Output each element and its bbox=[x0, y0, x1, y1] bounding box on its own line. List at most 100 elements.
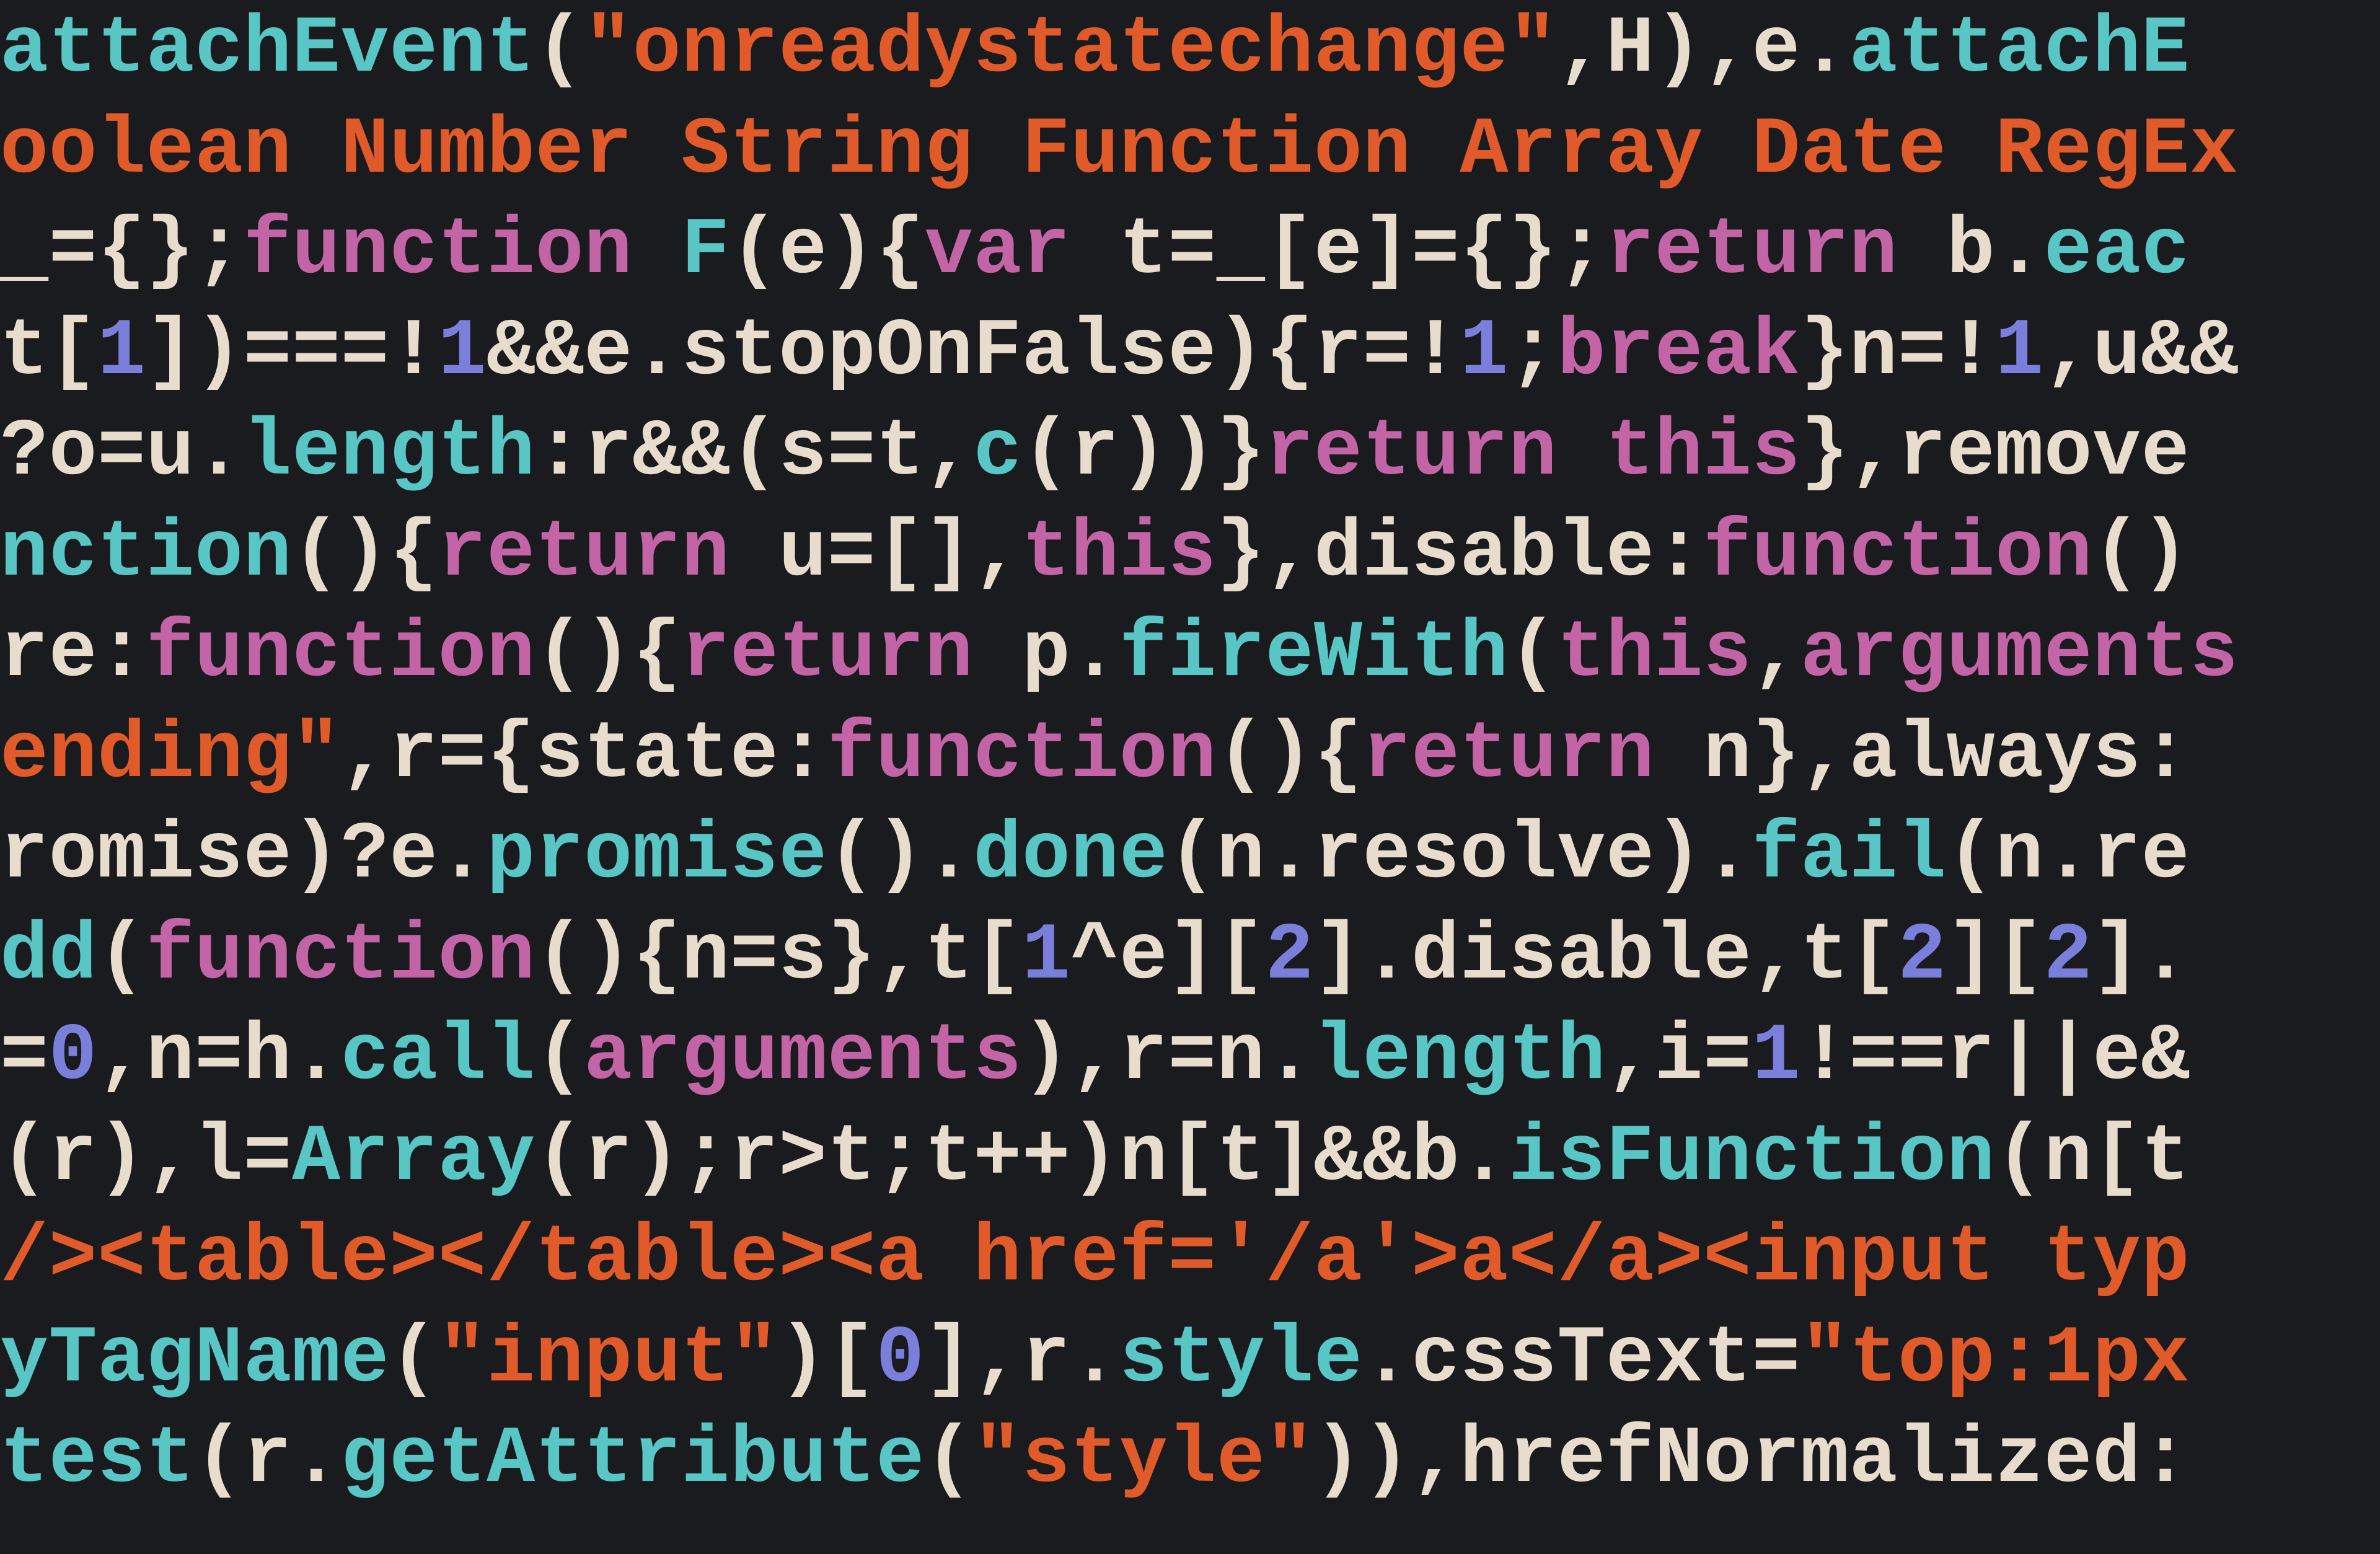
code-token: = bbox=[0, 1012, 49, 1103]
code-token: length bbox=[244, 407, 536, 498]
code-line[interactable]: test(r.getAttribute("style")),hrefNormal… bbox=[0, 1410, 2380, 1511]
code-token: ( bbox=[389, 1314, 438, 1405]
code-token: var bbox=[925, 206, 1071, 297]
code-line[interactable]: =0,n=h.call(arguments),r=n.length,i=1!==… bbox=[0, 1007, 2380, 1108]
code-token: return bbox=[438, 508, 730, 599]
code-token: () bbox=[2092, 508, 2190, 599]
code-token: },disable: bbox=[1217, 508, 1703, 599]
code-line[interactable]: _={};function F(e){var t=_[e]={};return … bbox=[0, 201, 2380, 302]
code-token: t=_[e]={}; bbox=[1070, 206, 1606, 297]
code-token: (r),l= bbox=[0, 1113, 292, 1204]
code-token: b. bbox=[1898, 206, 2044, 297]
code-token: n},always: bbox=[1654, 710, 2190, 801]
code-token: ?o=u. bbox=[0, 407, 244, 498]
code-token: return this bbox=[1265, 407, 1800, 498]
code-token: )),hrefNormalized: bbox=[1314, 1415, 2190, 1506]
code-token: ][ bbox=[1947, 911, 2044, 1002]
code-token: function bbox=[146, 911, 536, 1002]
code-token: ; bbox=[1509, 307, 1558, 398]
code-token: isFunction bbox=[1509, 1113, 1995, 1204]
code-line[interactable]: oolean Number String Function Array Date… bbox=[0, 101, 2380, 202]
code-token: &&e.stopOnFalse){r=! bbox=[487, 307, 1460, 398]
code-token: .cssText= bbox=[1362, 1314, 1800, 1405]
code-token: ])===! bbox=[146, 307, 438, 398]
code-token: (e){ bbox=[730, 206, 925, 297]
code-token: style bbox=[1119, 1314, 1363, 1405]
code-token: function bbox=[244, 206, 633, 297]
code-token: this bbox=[1557, 609, 1752, 700]
code-token: dd bbox=[0, 911, 97, 1002]
code-token: ,i= bbox=[1606, 1012, 1752, 1103]
code-token: 1 bbox=[1752, 1012, 1801, 1103]
code-token: !==r||e& bbox=[1800, 1012, 2190, 1103]
code-token: /><table></table><a href='/a'>a</a><inpu… bbox=[0, 1213, 2190, 1304]
code-token: ( bbox=[536, 1012, 584, 1103]
code-token: 1 bbox=[1460, 307, 1509, 398]
code-token: fireWith bbox=[1119, 609, 1509, 700]
code-token: (){n=s},t[ bbox=[536, 911, 1022, 1002]
code-token: ,H),e. bbox=[1557, 4, 1849, 95]
code-line[interactable]: /><table></table><a href='/a'>a</a><inpu… bbox=[0, 1209, 2380, 1310]
code-line[interactable]: dd(function(){n=s},t[1^e][2].disable,t[2… bbox=[0, 907, 2380, 1008]
code-token: (){ bbox=[292, 508, 438, 599]
code-token: arguments bbox=[1800, 609, 2239, 700]
code-token: function bbox=[827, 710, 1217, 801]
code-token: p. bbox=[973, 609, 1119, 700]
code-token: 1 bbox=[438, 307, 487, 398]
code-token: promise bbox=[487, 810, 827, 901]
code-line[interactable]: ending",r={state:function(){return n},al… bbox=[0, 705, 2380, 806]
code-token: return bbox=[1606, 206, 1898, 297]
code-token: (){ bbox=[536, 609, 682, 700]
code-line[interactable]: yTagName("input")[0],r.style.cssText="to… bbox=[0, 1310, 2380, 1411]
code-token: , bbox=[1752, 609, 1801, 700]
code-line[interactable]: re:function(){return p.fireWith(this,arg… bbox=[0, 604, 2380, 705]
code-token: :r&&(s=t, bbox=[536, 407, 974, 498]
code-token: 1 bbox=[97, 307, 146, 398]
code-token: ,r={state: bbox=[341, 710, 827, 801]
code-token: getAttribute bbox=[341, 1415, 925, 1506]
code-token: length bbox=[1314, 1012, 1606, 1103]
code-line[interactable]: romise)?e.promise().done(n.resolve).fail… bbox=[0, 806, 2380, 907]
code-line[interactable]: (r),l=Array(r);r>t;t++)n[t]&&b.isFunctio… bbox=[0, 1108, 2380, 1209]
code-token: ]. bbox=[2092, 911, 2190, 1002]
code-token: F bbox=[681, 206, 730, 297]
code-token: return bbox=[681, 609, 973, 700]
code-token: 2 bbox=[1898, 911, 1947, 1002]
code-token: ( bbox=[536, 4, 584, 95]
code-token: (){ bbox=[1217, 710, 1363, 801]
code-token: ( bbox=[925, 1415, 974, 1506]
code-token: u=[], bbox=[730, 508, 1022, 599]
code-token: (r);r>t;t++)n[t]&&b. bbox=[536, 1113, 1509, 1204]
code-token: ,n=h. bbox=[97, 1012, 341, 1103]
code-token: ending" bbox=[0, 710, 341, 801]
code-token: t[ bbox=[0, 307, 97, 398]
code-editor-viewport[interactable]: attachEvent("onreadystatechange",H),e.at… bbox=[0, 0, 2380, 1511]
code-token: (n.re bbox=[1947, 810, 2190, 901]
code-token: ].disable,t[ bbox=[1314, 911, 1898, 1002]
code-token: ( bbox=[1509, 609, 1558, 700]
code-line[interactable]: attachEvent("onreadystatechange",H),e.at… bbox=[0, 0, 2380, 101]
code-token: test bbox=[0, 1415, 195, 1506]
code-token: _={}; bbox=[0, 206, 244, 297]
code-token: 2 bbox=[1265, 911, 1314, 1002]
code-token: ],r. bbox=[925, 1314, 1119, 1405]
code-token: attachE bbox=[1849, 4, 2190, 95]
code-token: (r))} bbox=[1022, 407, 1266, 498]
code-token: nction bbox=[0, 508, 292, 599]
code-token: (n[t bbox=[1995, 1113, 2190, 1204]
code-token: arguments bbox=[584, 1012, 1022, 1103]
code-token: return bbox=[1362, 710, 1654, 801]
code-line[interactable]: t[1])===!1&&e.stopOnFalse){r=!1;break}n=… bbox=[0, 302, 2380, 404]
code-token: re: bbox=[0, 609, 146, 700]
code-token: c bbox=[973, 407, 1022, 498]
code-line[interactable]: ?o=u.length:r&&(s=t,c(r))}return this},r… bbox=[0, 403, 2380, 504]
code-token: eac bbox=[2044, 206, 2190, 297]
code-token: oolean Number String Function Array Date… bbox=[0, 105, 2239, 196]
code-token: 1 bbox=[1995, 307, 2044, 398]
code-token: 0 bbox=[49, 1012, 98, 1103]
code-token bbox=[633, 206, 682, 297]
code-line[interactable]: nction(){return u=[],this},disable:funct… bbox=[0, 504, 2380, 605]
code-token: (). bbox=[827, 810, 974, 901]
code-token: 1 bbox=[1022, 911, 1071, 1002]
code-token: this bbox=[1022, 508, 1217, 599]
